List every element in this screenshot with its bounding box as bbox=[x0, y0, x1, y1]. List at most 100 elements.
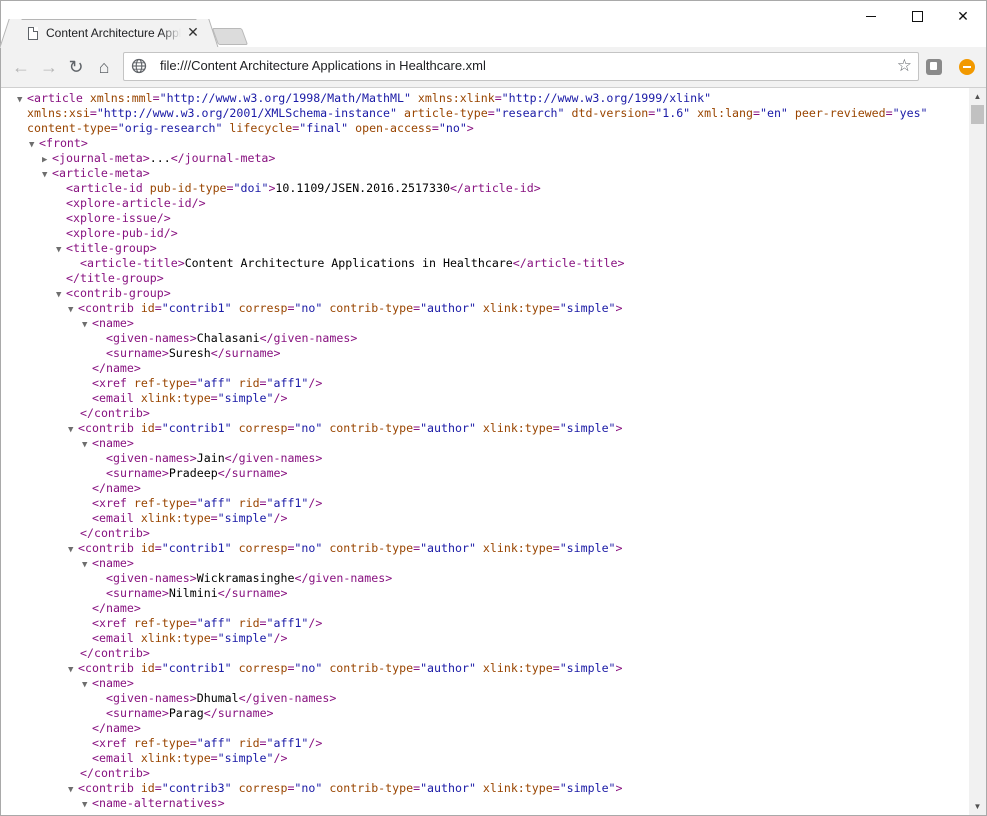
collapse-toggle-icon[interactable]: ▼ bbox=[82, 318, 92, 333]
xml-token: rid bbox=[231, 376, 260, 390]
home-button[interactable]: ⌂ bbox=[92, 55, 116, 79]
xml-line: </contrib> bbox=[80, 406, 150, 421]
collapse-toggle-icon[interactable]: ▼ bbox=[68, 663, 78, 678]
tab-close-icon[interactable]: ✕ bbox=[186, 25, 200, 39]
xml-token: rid bbox=[231, 616, 260, 630]
xml-token: xmlns:xsi bbox=[27, 106, 90, 120]
collapse-toggle-icon[interactable]: ▼ bbox=[56, 288, 66, 303]
new-tab-button[interactable] bbox=[211, 28, 249, 45]
xml-token: <contrib bbox=[78, 661, 134, 675]
xml-line: ▼ <contrib id="contrib1" corresp="no" con… bbox=[68, 661, 623, 676]
xml-token: </contrib> bbox=[80, 646, 150, 660]
xml-token: </surname> bbox=[210, 346, 281, 360]
xml-token: = bbox=[189, 496, 197, 510]
back-arrow-icon: ← bbox=[12, 56, 30, 77]
collapse-toggle-icon[interactable]: ▼ bbox=[17, 93, 27, 108]
maximize-button[interactable] bbox=[894, 1, 940, 31]
xml-line: </name> bbox=[92, 601, 141, 616]
xml-token: "no" bbox=[294, 301, 323, 315]
address-bar[interactable]: file:///Content Architecture Application… bbox=[123, 52, 919, 81]
xml-token: = bbox=[753, 106, 760, 120]
xml-line: <xplore-article-id/> bbox=[66, 196, 206, 211]
reload-button[interactable]: ↻ bbox=[64, 55, 88, 79]
orange-extension-icon[interactable] bbox=[959, 59, 975, 75]
xml-token: corresp bbox=[231, 781, 288, 795]
xml-token: = bbox=[210, 391, 218, 405]
xml-token: /> bbox=[308, 496, 323, 510]
forward-arrow-icon: → bbox=[40, 56, 58, 77]
xml-line: <email xlink:type="simple"/> bbox=[92, 391, 287, 406]
xml-token: xlink:type bbox=[475, 541, 553, 555]
xml-token: = bbox=[259, 616, 267, 630]
xml-token: "simple" bbox=[559, 661, 616, 675]
xml-token: "http://www.w3.org/2001/XMLSchema-instan… bbox=[96, 106, 397, 120]
xml-token: contrib-type bbox=[322, 541, 414, 555]
page-icon bbox=[28, 27, 38, 40]
collapse-toggle-icon[interactable]: ▼ bbox=[29, 138, 39, 153]
xml-token: contrib-type bbox=[322, 781, 414, 795]
collapse-toggle-icon[interactable]: ▼ bbox=[82, 438, 92, 453]
xml-token: = bbox=[552, 301, 560, 315]
star-icon[interactable]: ☆ bbox=[897, 56, 912, 76]
xml-token: "aff" bbox=[196, 496, 232, 510]
xml-line: ▼ <contrib id="contrib1" corresp="no" con… bbox=[68, 541, 623, 556]
xml-line: xmlns:xsi="http://www.w3.org/2001/XMLSch… bbox=[27, 106, 928, 121]
xml-token: "orig-research" bbox=[117, 121, 223, 135]
extension-icon[interactable] bbox=[926, 59, 942, 75]
xml-line: ▼ <name> bbox=[82, 556, 134, 571]
collapse-toggle-icon[interactable]: ▼ bbox=[68, 543, 78, 558]
xml-token: Nilmini bbox=[168, 586, 218, 600]
url-text[interactable]: file:///Content Architecture Application… bbox=[160, 58, 486, 73]
xml-token: <surname> bbox=[106, 346, 169, 360]
xml-token: = bbox=[154, 661, 162, 675]
back-button[interactable]: ← bbox=[9, 55, 33, 79]
xml-token: <email bbox=[92, 391, 134, 405]
xml-token: <contrib bbox=[78, 541, 134, 555]
collapse-toggle-icon[interactable]: ▼ bbox=[56, 243, 66, 258]
collapse-toggle-icon[interactable]: ▼ bbox=[68, 783, 78, 798]
scroll-thumb[interactable] bbox=[971, 105, 984, 124]
xml-token: = bbox=[259, 736, 267, 750]
xml-token: = bbox=[154, 541, 162, 555]
xml-token: xlink:type bbox=[475, 301, 553, 315]
vertical-scrollbar[interactable]: ▲ ▼ bbox=[969, 88, 986, 815]
xml-token: "aff1" bbox=[266, 736, 309, 750]
collapse-toggle-icon[interactable]: ▼ bbox=[82, 678, 92, 693]
xml-line: <given-names>Dhumal</given-names> bbox=[106, 691, 336, 706]
scroll-down-arrow-icon[interactable]: ▼ bbox=[969, 798, 986, 815]
xml-token: "aff" bbox=[196, 376, 232, 390]
xml-line: <surname>Pradeep</surname> bbox=[106, 466, 288, 481]
xml-token: <name> bbox=[92, 556, 134, 570]
xml-token: "doi" bbox=[233, 181, 269, 195]
xml-token: <contrib bbox=[78, 421, 134, 435]
xml-token: "simple" bbox=[217, 511, 274, 525]
xml-token: > bbox=[466, 121, 474, 135]
xml-token: = bbox=[210, 511, 218, 525]
xml-line: ▼ <title-group> bbox=[56, 241, 157, 256]
xml-token: "author" bbox=[420, 421, 476, 435]
xml-token: rid bbox=[231, 736, 260, 750]
xml-token: "simple" bbox=[559, 781, 616, 795]
xml-token: "aff" bbox=[196, 616, 232, 630]
collapse-toggle-icon[interactable]: ▼ bbox=[68, 423, 78, 438]
xml-token: "aff1" bbox=[266, 496, 309, 510]
xml-token: > bbox=[615, 541, 623, 555]
collapse-toggle-icon[interactable]: ▼ bbox=[42, 168, 52, 183]
forward-button[interactable]: → bbox=[37, 55, 61, 79]
collapse-toggle-icon[interactable]: ▼ bbox=[82, 558, 92, 573]
collapse-toggle-icon[interactable]: ▼ bbox=[82, 798, 92, 813]
xml-token: <surname> bbox=[106, 706, 169, 720]
xml-token: <surname> bbox=[106, 586, 169, 600]
scroll-up-arrow-icon[interactable]: ▲ bbox=[969, 88, 986, 105]
xml-line: ▼ <name> bbox=[82, 436, 134, 451]
xml-token: corresp bbox=[231, 541, 288, 555]
xml-token: = bbox=[110, 121, 118, 135]
xml-token: = bbox=[89, 106, 97, 120]
xml-token: peer-reviewed bbox=[787, 106, 886, 120]
minimize-button[interactable] bbox=[848, 1, 894, 31]
xml-token: "no" bbox=[294, 541, 323, 555]
close-window-button[interactable]: ✕ bbox=[940, 1, 986, 31]
collapse-toggle-icon[interactable]: ▼ bbox=[68, 303, 78, 318]
maximize-icon bbox=[911, 10, 923, 22]
active-tab[interactable]: Content Architecture Applications in Hea… bbox=[9, 19, 209, 48]
